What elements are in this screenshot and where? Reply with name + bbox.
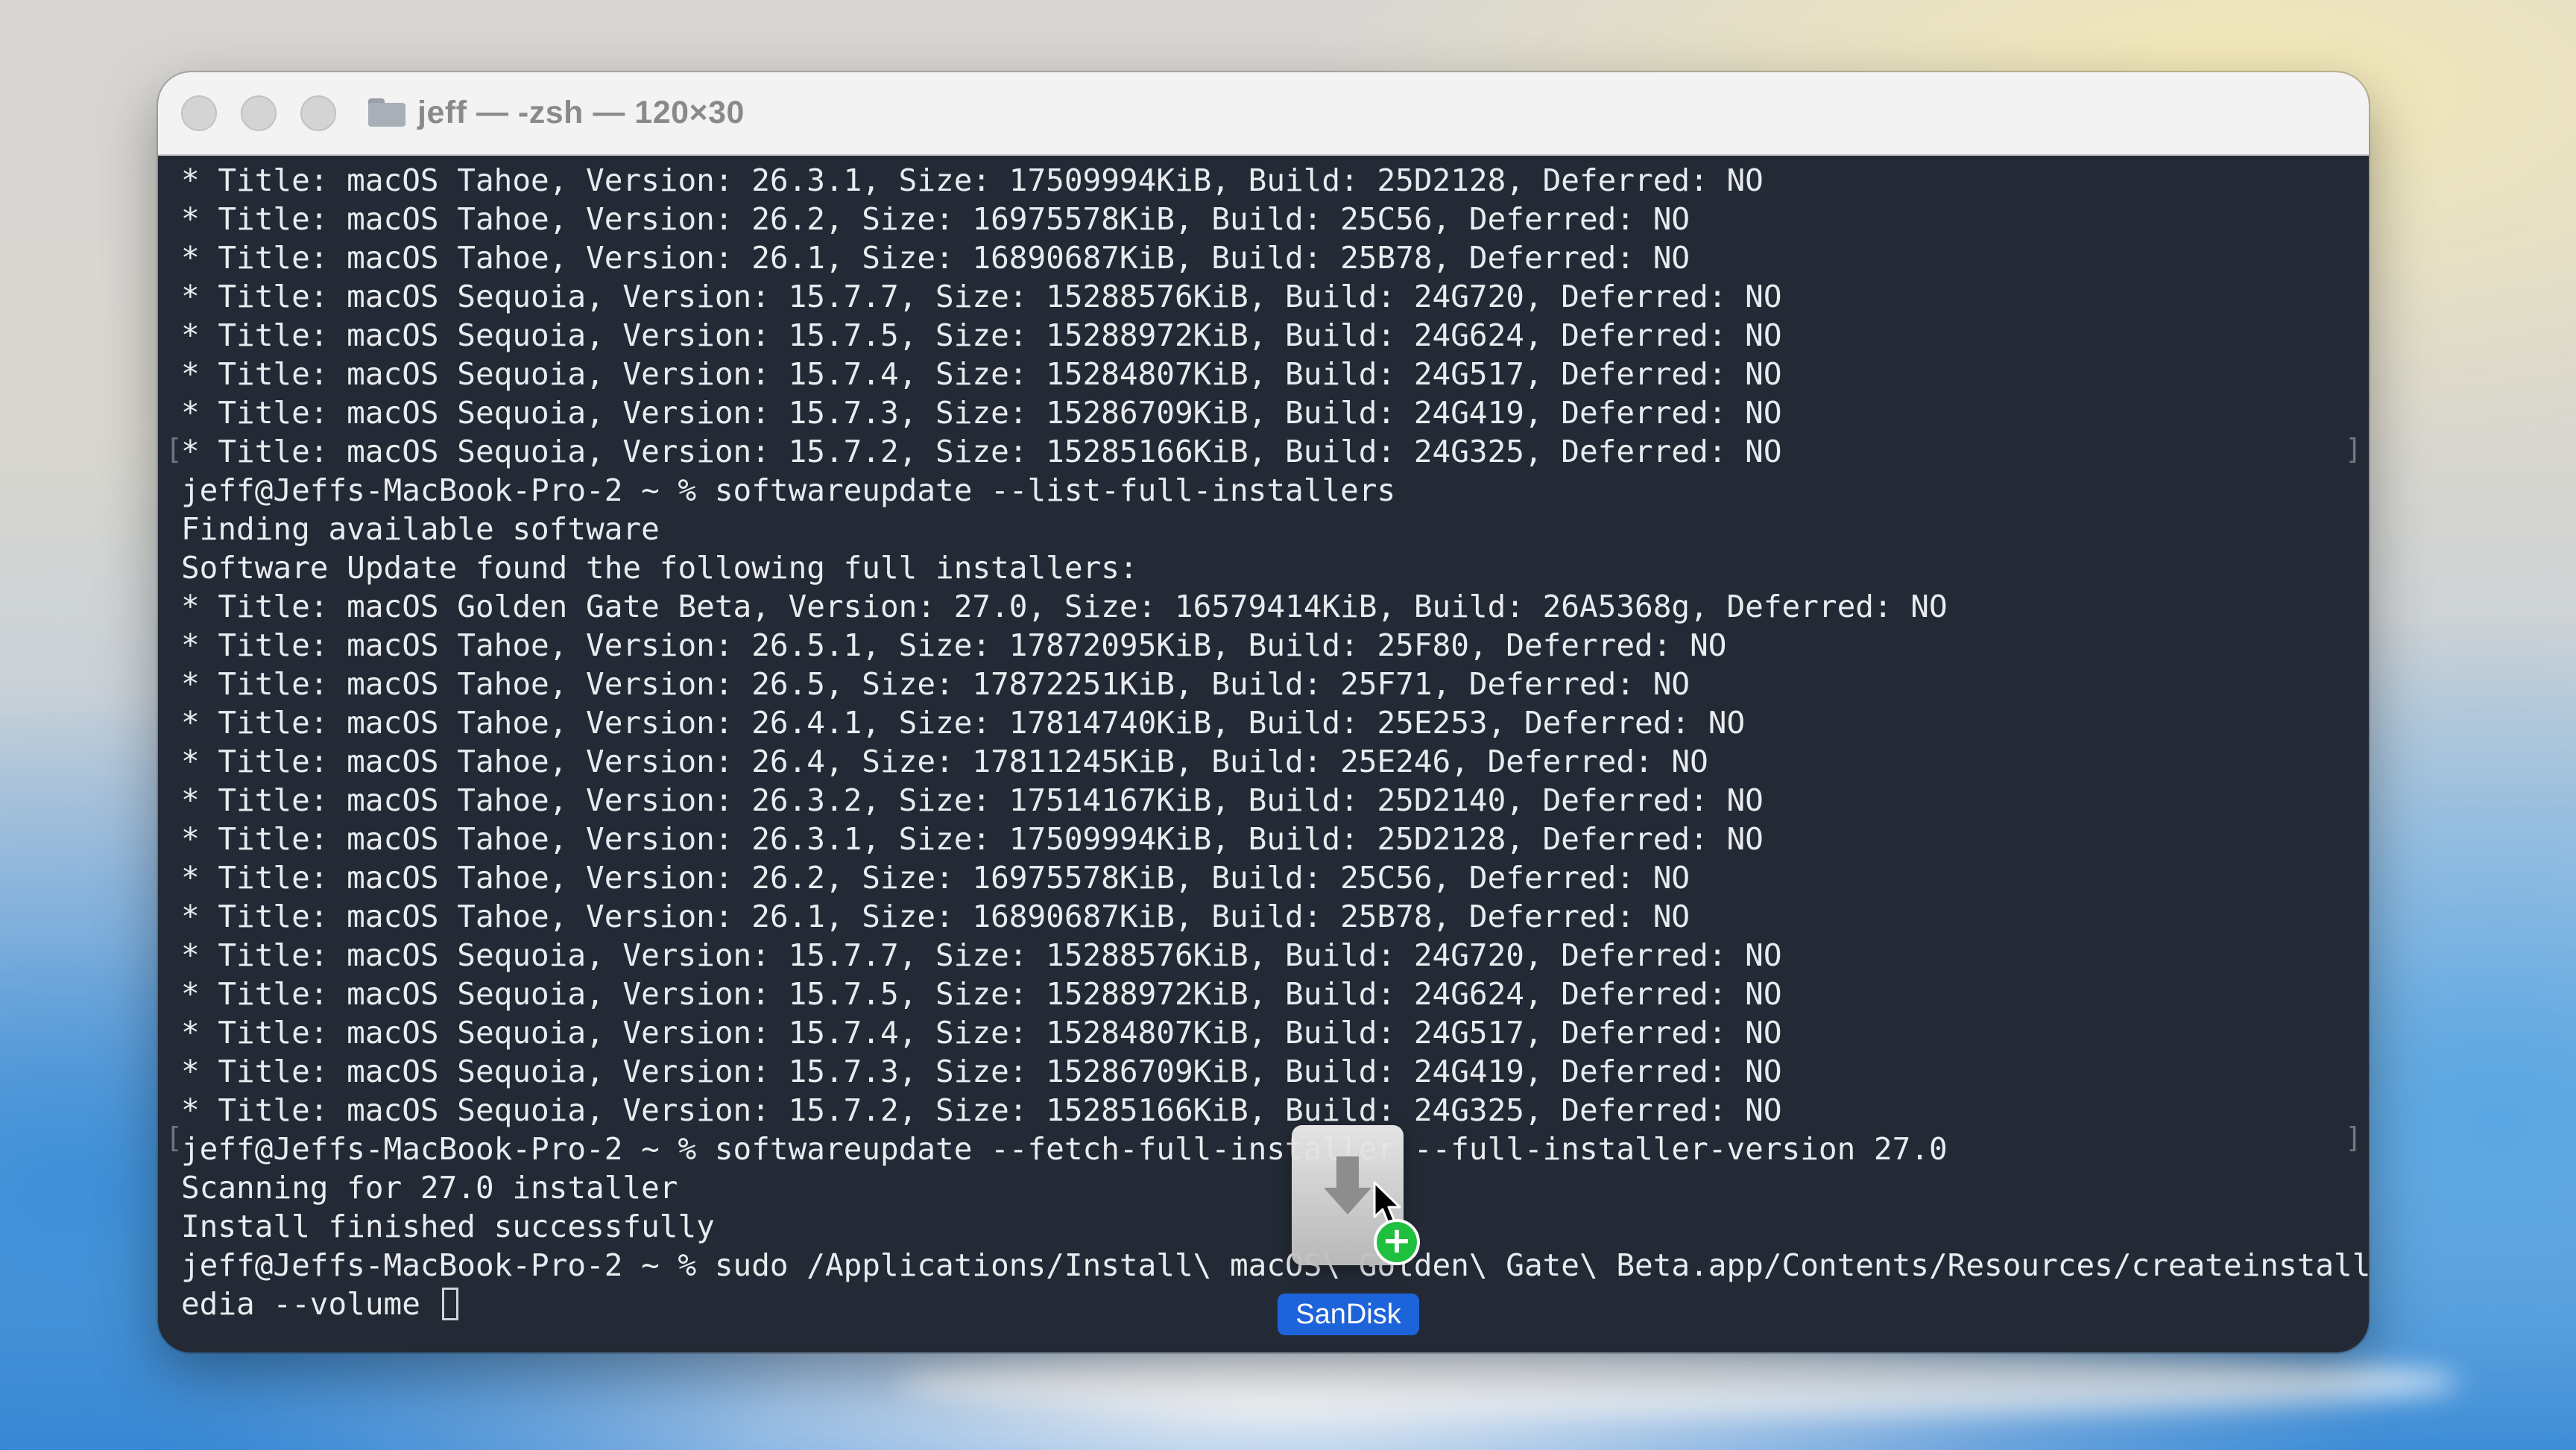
terminal-line: Install finished successfully	[181, 1209, 715, 1244]
terminal-line: * Title: macOS Tahoe, Version: 26.3.2, S…	[181, 782, 1764, 818]
terminal-line: * Title: macOS Sequoia, Version: 15.7.7,…	[181, 279, 1782, 314]
terminal-line: * Title: macOS Tahoe, Version: 26.1, Siz…	[181, 240, 1690, 276]
text-cursor	[441, 1288, 458, 1320]
terminal-line: Scanning for 27.0 installer	[181, 1170, 678, 1206]
terminal-line: * Title: macOS Sequoia, Version: 15.7.2,…	[181, 434, 1782, 469]
close-window-button[interactable]	[181, 95, 217, 131]
folder-icon	[368, 98, 405, 127]
desktop-wallpaper-highlight	[894, 1349, 2460, 1416]
terminal-line: * Title: macOS Tahoe, Version: 26.5.1, S…	[181, 627, 1727, 663]
terminal-line: * Title: macOS Sequoia, Version: 15.7.3,…	[181, 395, 1782, 431]
terminal-line: * Title: macOS Sequoia, Version: 15.7.4,…	[181, 356, 1782, 392]
terminal-line: * Title: macOS Sequoia, Version: 15.7.7,…	[181, 937, 1782, 973]
terminal-line: * Title: macOS Sequoia, Version: 15.7.3,…	[181, 1054, 1782, 1089]
terminal-line: * Title: macOS Sequoia, Version: 15.7.4,…	[181, 1015, 1782, 1051]
zoom-window-button[interactable]	[300, 95, 336, 131]
command-mark-left: [	[165, 1121, 183, 1154]
terminal-line: * Title: macOS Sequoia, Version: 15.7.5,…	[181, 976, 1782, 1012]
terminal-line: * Title: macOS Tahoe, Version: 26.3.1, S…	[181, 162, 1764, 198]
command-mark-right: ]	[2345, 1121, 2362, 1154]
terminal-line: * Title: macOS Tahoe, Version: 26.2, Siz…	[181, 860, 1690, 896]
terminal-line: * Title: macOS Tahoe, Version: 26.4, Siz…	[181, 744, 1708, 779]
minimize-window-button[interactable]	[241, 95, 277, 131]
terminal-line: Software Update found the following full…	[181, 550, 1138, 586]
terminal-line: * Title: macOS Tahoe, Version: 26.3.1, S…	[181, 821, 1764, 857]
terminal-window[interactable]: jeff — -zsh — 120×30 * Title: macOS Taho…	[158, 72, 2369, 1352]
window-title: jeff — -zsh — 120×30	[417, 94, 745, 130]
plus-icon: +	[1374, 1219, 1420, 1265]
terminal-command-line: jeff@Jeffs-MacBook-Pro-2 ~ % sudo /Appli…	[181, 1247, 2369, 1283]
terminal-line: * Title: macOS Sequoia, Version: 15.7.5,…	[181, 317, 1782, 353]
window-titlebar[interactable]: jeff — -zsh — 120×30	[158, 72, 2369, 156]
terminal-line: * Title: macOS Golden Gate Beta, Version…	[181, 589, 1948, 624]
drag-volume-label: SanDisk	[1278, 1294, 1419, 1335]
terminal-line: * Title: macOS Sequoia, Version: 15.7.2,…	[181, 1092, 1782, 1128]
terminal-input-text: edia --volume	[181, 1286, 439, 1322]
terminal-input-line[interactable]: edia --volume	[181, 1285, 458, 1323]
terminal-command-line: jeff@Jeffs-MacBook-Pro-2 ~ % softwareupd…	[181, 1131, 1948, 1167]
terminal-line: * Title: macOS Tahoe, Version: 26.4.1, S…	[181, 705, 1746, 741]
terminal-line: * Title: macOS Tahoe, Version: 26.1, Siz…	[181, 899, 1690, 934]
window-title-group: jeff — -zsh — 120×30	[368, 90, 745, 135]
terminal-line: * Title: macOS Tahoe, Version: 26.5, Siz…	[181, 666, 1690, 702]
terminal-command-line: jeff@Jeffs-MacBook-Pro-2 ~ % softwareupd…	[181, 472, 1396, 508]
terminal-line: * Title: macOS Tahoe, Version: 26.2, Siz…	[181, 201, 1690, 237]
terminal-output-area[interactable]: * Title: macOS Tahoe, Version: 26.3.1, S…	[158, 156, 2369, 1352]
command-mark-right: ]	[2345, 433, 2362, 466]
command-mark-left: [	[165, 433, 183, 466]
terminal-line: Finding available software	[181, 511, 660, 547]
